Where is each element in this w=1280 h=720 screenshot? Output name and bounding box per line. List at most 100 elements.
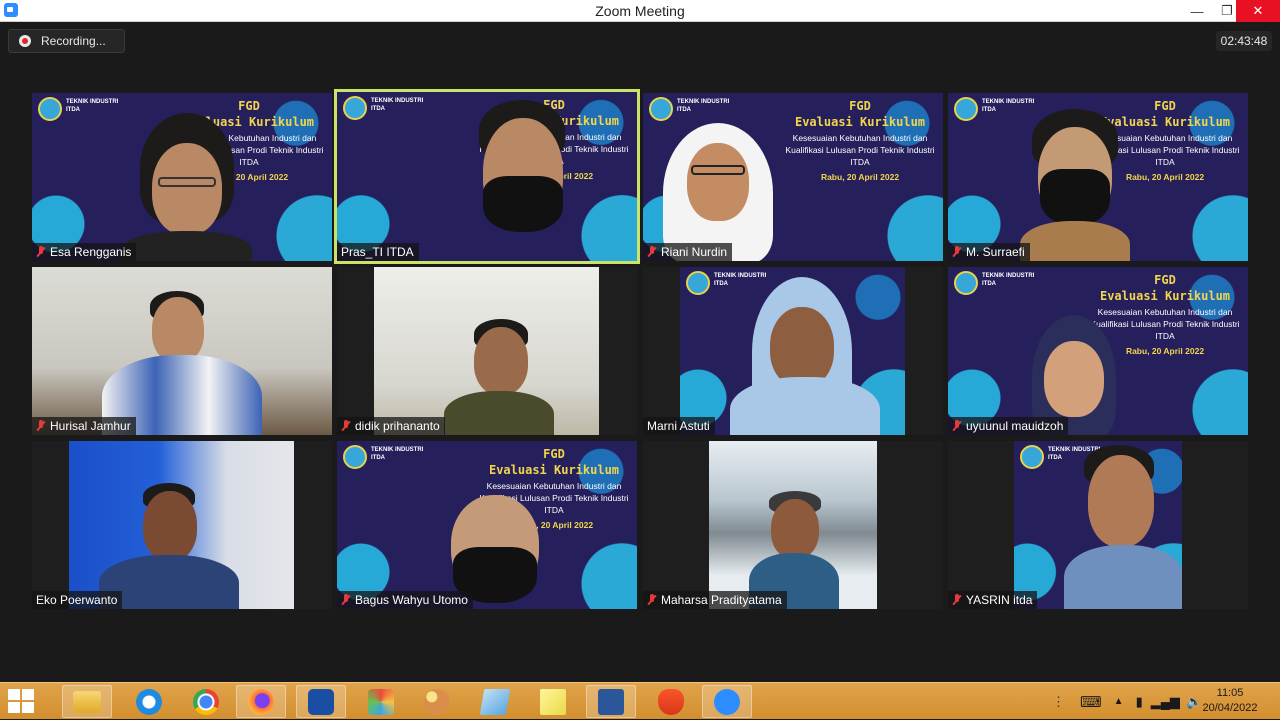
slide-subtitle: Kesesuaian Kebutuhan Industri dan Kualif…	[785, 133, 935, 167]
video-tile[interactable]: TEKNIK INDUSTRI ITDA FGD Evaluasi Kurikul…	[337, 441, 637, 609]
participant-name: Riani Nurdin	[661, 245, 728, 259]
participant-name: Eko Poerwanto	[36, 593, 118, 607]
itda-logo-icon	[954, 97, 978, 121]
muted-mic-icon	[952, 246, 962, 258]
participant-name: Hurisal Jamhur	[50, 419, 131, 433]
video-feed: TEKNIK INDUSTRIITDA FGD Evaluasi Kurikul…	[948, 267, 1248, 435]
word-taskbar-button[interactable]	[586, 685, 636, 718]
participant-name-tag: Hurisal Jamhur	[32, 417, 136, 435]
notepad-taskbar-button[interactable]	[470, 685, 520, 718]
video-tile[interactable]: TEKNIK INDUSTRI ITDA YASRIN itda	[948, 441, 1248, 609]
title-bar: Zoom Meeting — ❐ ✕	[0, 0, 1280, 22]
itda-logo-icon	[686, 271, 710, 295]
taskbar-clock[interactable]: 11:05 20/04/2022	[1200, 686, 1260, 716]
participant-figure	[444, 319, 554, 435]
video-tile[interactable]: TEKNIK INDUSTRI ITDA FGD Evaluasi Kurikul…	[32, 93, 332, 261]
itda-logo-icon	[343, 96, 367, 120]
participant-figure	[1020, 109, 1130, 261]
recording-indicator[interactable]: Recording...	[8, 29, 125, 53]
participant-name-tag: YASRIN itda	[948, 591, 1038, 609]
video-tile[interactable]: Eko Poerwanto	[32, 441, 332, 609]
participant-name-tag: Marni Astuti	[643, 417, 715, 435]
slide-title: Evaluasi Kurikulum	[1099, 289, 1231, 303]
video-tile[interactable]: Maharsa Pradityatama	[643, 441, 943, 609]
participant-name-tag: Esa Rengganis	[32, 243, 137, 261]
sticky-notes-taskbar-button[interactable]	[528, 685, 578, 718]
video-tile[interactable]: TEKNIK INDUSTRI ITDA FGD Evaluasi Kurikul…	[948, 93, 1248, 261]
slide-title: Evaluasi Kurikulum	[488, 463, 620, 477]
itda-logo-icon	[38, 97, 62, 121]
keyboard-icon[interactable]: ⌨	[1080, 693, 1102, 711]
palette-icon	[424, 688, 450, 715]
participant-name: Marni Astuti	[647, 419, 710, 433]
internet-explorer-taskbar-button[interactable]	[124, 685, 174, 718]
internet-explorer-icon	[136, 688, 162, 715]
video-tile-active-speaker[interactable]: TEKNIK INDUSTRIITDA FGD Evaluasi Kurikul…	[334, 89, 640, 264]
participant-name: YASRIN itda	[966, 593, 1033, 607]
slide-banner: FGD Evaluasi Kurikulum Kesesuaian Kebutu…	[785, 99, 935, 182]
record-icon	[19, 35, 31, 47]
video-tile[interactable]: didik prihananto	[337, 267, 637, 435]
notepad-icon	[479, 688, 511, 715]
battery-icon[interactable]: ▮	[1136, 694, 1143, 710]
participant-figure	[102, 289, 262, 435]
muted-mic-icon	[341, 594, 351, 606]
muted-mic-icon	[952, 420, 962, 432]
slide-brand-label: TEKNIK INDUSTRI ITDA	[66, 99, 119, 113]
video-feed: TEKNIK INDUSTRIITDA FGD Evaluasi Kurikul…	[337, 441, 637, 609]
paint-3d-taskbar-button[interactable]	[412, 685, 462, 718]
muted-mic-icon	[36, 420, 46, 432]
slide-date: Rabu, 20 April 2022	[820, 172, 900, 182]
muted-mic-icon	[36, 246, 46, 258]
slide-heading: FGD	[1154, 273, 1176, 287]
participant-name: didik prihananto	[355, 419, 440, 433]
video-feed	[709, 441, 877, 609]
participant-figure	[730, 277, 880, 435]
close-button[interactable]: ✕	[1236, 0, 1280, 22]
slide-brand-label: TEKNIK INDUSTRI ITDA	[371, 98, 424, 112]
video-tile[interactable]: TEKNIK INDUSTRI ITDA FGD Evaluasi Kurikul…	[643, 93, 943, 261]
participant-figure	[122, 113, 252, 261]
muted-mic-icon	[647, 594, 657, 606]
zoom-taskbar-button[interactable]	[702, 685, 752, 718]
video-tile[interactable]: TEKNIK INDUSTRI ITDA Marni Astuti	[643, 267, 943, 435]
recording-label: Recording...	[41, 34, 106, 48]
folder-icon	[73, 690, 101, 713]
vpn-taskbar-button[interactable]	[296, 685, 346, 718]
muted-mic-icon	[647, 246, 657, 258]
meeting-area: Recording... 02:43:48 TEKNIK INDUSTRI ITD…	[0, 22, 1280, 682]
participant-name-tag: Pras_TI ITDA	[337, 243, 419, 261]
participant-name: Esa Rengganis	[50, 245, 132, 259]
participant-figure	[1064, 445, 1182, 609]
participant-name-tag: Maharsa Pradityatama	[643, 591, 787, 609]
video-feed	[69, 441, 294, 609]
muted-mic-icon	[341, 420, 351, 432]
slide-heading: FGD	[543, 447, 565, 461]
minimize-button[interactable]: —	[1182, 0, 1212, 22]
chrome-taskbar-button[interactable]	[181, 685, 231, 718]
start-windows-icon[interactable]	[8, 689, 36, 715]
participant-name-tag: M. Surraefi	[948, 243, 1030, 261]
slide-heading: FGD	[849, 99, 871, 113]
clock-time: 11:05	[1216, 687, 1244, 699]
show-hidden-icons-icon[interactable]: ▲	[1114, 696, 1124, 707]
firefox-taskbar-button[interactable]	[236, 685, 286, 718]
video-feed: TEKNIK INDUSTRI ITDA	[1014, 441, 1182, 609]
video-tile[interactable]: Hurisal Jamhur	[32, 267, 332, 435]
video-tile[interactable]: TEKNIK INDUSTRI ITDA FGD Evaluasi Kurikul…	[948, 267, 1248, 435]
clock-date: 20/04/2022	[1202, 702, 1258, 714]
participant-name: Maharsa Pradityatama	[661, 593, 782, 607]
video-feed: TEKNIK INDUSTRIITDA FGD Evaluasi Kurikul…	[32, 93, 332, 261]
slide-title: Evaluasi Kurikulum	[794, 115, 926, 129]
paint-taskbar-button[interactable]	[356, 685, 406, 718]
file-explorer-taskbar-button[interactable]	[62, 685, 112, 718]
itda-logo-icon	[649, 97, 673, 121]
participant-figure	[653, 123, 783, 261]
video-feed: TEKNIK INDUSTRI ITDA	[680, 267, 905, 435]
network-icon[interactable]: ▂▄▆	[1151, 694, 1180, 710]
video-feed	[32, 267, 332, 435]
chrome-icon	[193, 688, 219, 715]
brave-taskbar-button[interactable]	[646, 685, 696, 718]
grip-icon: ⋮	[1052, 693, 1066, 709]
participant-name: M. Surraefi	[966, 245, 1025, 259]
